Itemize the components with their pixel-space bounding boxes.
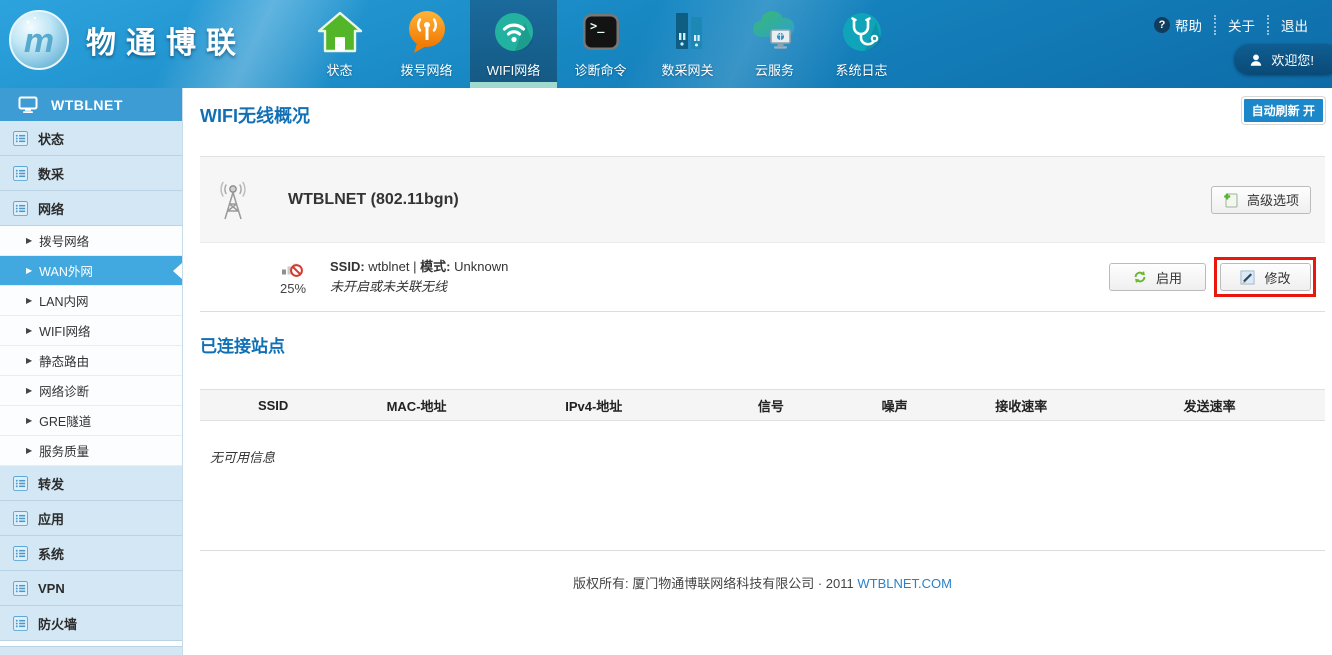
main-content: WIFI无线概况 自动刷新 开 WTBLNET (802.11bgn)	[183, 88, 1332, 655]
sidebar-item-wifi[interactable]: WIFI网络	[0, 316, 182, 346]
column-header-ssid: SSID	[200, 390, 346, 421]
edit-button[interactable]: 修改	[1220, 263, 1311, 291]
sidebar-item-wan[interactable]: WAN外网	[0, 256, 182, 286]
sidebar-item-network[interactable]: 网络	[0, 191, 182, 226]
sidebar-item-data-collect[interactable]: 数采	[0, 156, 182, 191]
column-header-ipv4: IPv4-地址	[487, 390, 701, 421]
list-icon	[13, 476, 28, 491]
svg-text:>_: >_	[590, 19, 605, 34]
list-icon	[13, 581, 28, 596]
cloud-icon	[749, 7, 801, 57]
about-link[interactable]: 关于	[1214, 15, 1267, 35]
column-header-mac: MAC-地址	[346, 390, 487, 421]
stations-empty-message: 无可用信息	[210, 447, 1325, 466]
copyright-text: 版权所有: 厦门物通博联网络科技有限公司 · 2011	[573, 576, 854, 591]
gateway-icon	[666, 7, 710, 57]
footer-divider	[200, 550, 1325, 551]
list-icon	[13, 166, 28, 181]
wifi-status-row: 25% SSID: wtblnet | 模式: Unknown 未开启或未关联无…	[200, 243, 1325, 311]
top-header: m 物通博联 状态	[0, 0, 1332, 88]
header-links: ? 帮助 关于 退出	[1142, 15, 1320, 35]
stethoscope-icon	[840, 7, 884, 57]
help-link[interactable]: ? 帮助	[1142, 15, 1214, 35]
user-icon	[1249, 53, 1263, 67]
network-title: WTBLNET (802.11bgn)	[288, 191, 459, 209]
sidebar-item-forwarding[interactable]: 转发	[0, 466, 182, 501]
sidebar-item-firewall[interactable]: 防火墙	[0, 606, 182, 641]
logout-link[interactable]: 退出	[1267, 15, 1320, 35]
logo-sphere-icon: m	[8, 9, 70, 71]
welcome-badge[interactable]: 欢迎您!	[1234, 44, 1332, 75]
signal-disabled-icon	[281, 259, 305, 278]
terminal-icon: >_	[580, 7, 622, 57]
signal-percent: 25%	[272, 281, 314, 296]
mode-value: Unknown	[454, 259, 508, 274]
advanced-options-button[interactable]: 高级选项	[1211, 186, 1311, 214]
wifi-icon	[492, 7, 536, 57]
wifi-status-text: 未开启或未关联无线	[330, 277, 508, 297]
nav-item-status[interactable]: 状态	[296, 0, 383, 88]
nav-item-wifi-network[interactable]: WIFI网络	[470, 0, 557, 88]
sidebar-item-status[interactable]: 状态	[0, 121, 182, 156]
stations-header-row: SSID MAC-地址 IPv4-地址 信号 噪声 接收速率 发送速率	[200, 390, 1325, 421]
dial-network-icon	[405, 7, 449, 57]
antenna-icon	[214, 179, 252, 221]
brand-name: 物通博联	[86, 18, 246, 62]
question-icon: ?	[1154, 17, 1170, 33]
monitor-icon	[18, 96, 38, 114]
sidebar-item-dial-network[interactable]: 拨号网络	[0, 226, 182, 256]
footer: 版权所有: 厦门物通博联网络科技有限公司 · 2011 WTBLNET.COM	[200, 573, 1325, 592]
column-header-rx-rate: 接收速率	[948, 390, 1094, 421]
home-icon	[317, 7, 363, 57]
auto-refresh-toggle[interactable]: 自动刷新 开	[1242, 97, 1325, 124]
sidebar: WTBLNET 状态 数采 网络 拨号网络 WAN外网 LAN内网 WIFI网络…	[0, 88, 183, 655]
wifi-overview-panel: WTBLNET (802.11bgn) 高级选项	[200, 156, 1325, 312]
stations-table: SSID MAC-地址 IPv4-地址 信号 噪声 接收速率 发送速率	[200, 389, 1325, 421]
list-icon	[13, 201, 28, 216]
ssid-value: wtblnet	[368, 259, 409, 274]
site-link[interactable]: WTBLNET.COM	[857, 576, 952, 591]
sidebar-title: WTBLNET	[0, 88, 182, 121]
page-title: WIFI无线概况	[200, 102, 1325, 128]
stations-heading: 已连接站点	[200, 332, 1325, 357]
ssid-block: SSID: wtblnet | 模式: Unknown 未开启或未关联无线	[330, 257, 508, 297]
sidebar-item-applications[interactable]: 应用	[0, 501, 182, 536]
column-header-noise: 噪声	[841, 390, 948, 421]
sidebar-item-gre-tunnel[interactable]: GRE隧道	[0, 406, 182, 436]
signal-block: 25%	[272, 259, 314, 296]
list-icon	[13, 131, 28, 146]
sidebar-item-static-route[interactable]: 静态路由	[0, 346, 182, 376]
nav-item-data-gateway[interactable]: 数采网关	[644, 0, 731, 88]
column-header-tx-rate: 发送速率	[1094, 390, 1325, 421]
list-icon	[13, 511, 28, 526]
wifi-panel-header: WTBLNET (802.11bgn) 高级选项	[200, 157, 1325, 243]
brand-logo: m 物通博联	[8, 9, 246, 71]
sidebar-item-qos[interactable]: 服务质量	[0, 436, 182, 466]
nav-item-dial-network[interactable]: 拨号网络	[383, 0, 470, 88]
column-header-signal: 信号	[701, 390, 842, 421]
sidebar-item-net-diagnosis[interactable]: 网络诊断	[0, 376, 182, 406]
nav-item-cloud-service[interactable]: 云服务	[731, 0, 818, 88]
sidebar-next-item-edge	[0, 646, 182, 655]
list-icon	[13, 616, 28, 631]
ssid-line: SSID: wtblnet | 模式: Unknown	[330, 257, 508, 277]
advanced-options-icon	[1223, 192, 1238, 208]
sidebar-item-system[interactable]: 系统	[0, 536, 182, 571]
list-icon	[13, 546, 28, 561]
nav-item-diagnostic-command[interactable]: >_ 诊断命令	[557, 0, 644, 88]
main-nav: 状态 拨号网络	[296, 0, 905, 88]
sidebar-item-lan[interactable]: LAN内网	[0, 286, 182, 316]
sidebar-item-vpn[interactable]: VPN	[0, 571, 182, 606]
nav-item-system-log[interactable]: 系统日志	[818, 0, 905, 88]
svg-text:m: m	[24, 22, 54, 60]
refresh-icon	[1133, 270, 1147, 284]
enable-button[interactable]: 启用	[1109, 263, 1206, 291]
edit-icon	[1240, 270, 1255, 285]
